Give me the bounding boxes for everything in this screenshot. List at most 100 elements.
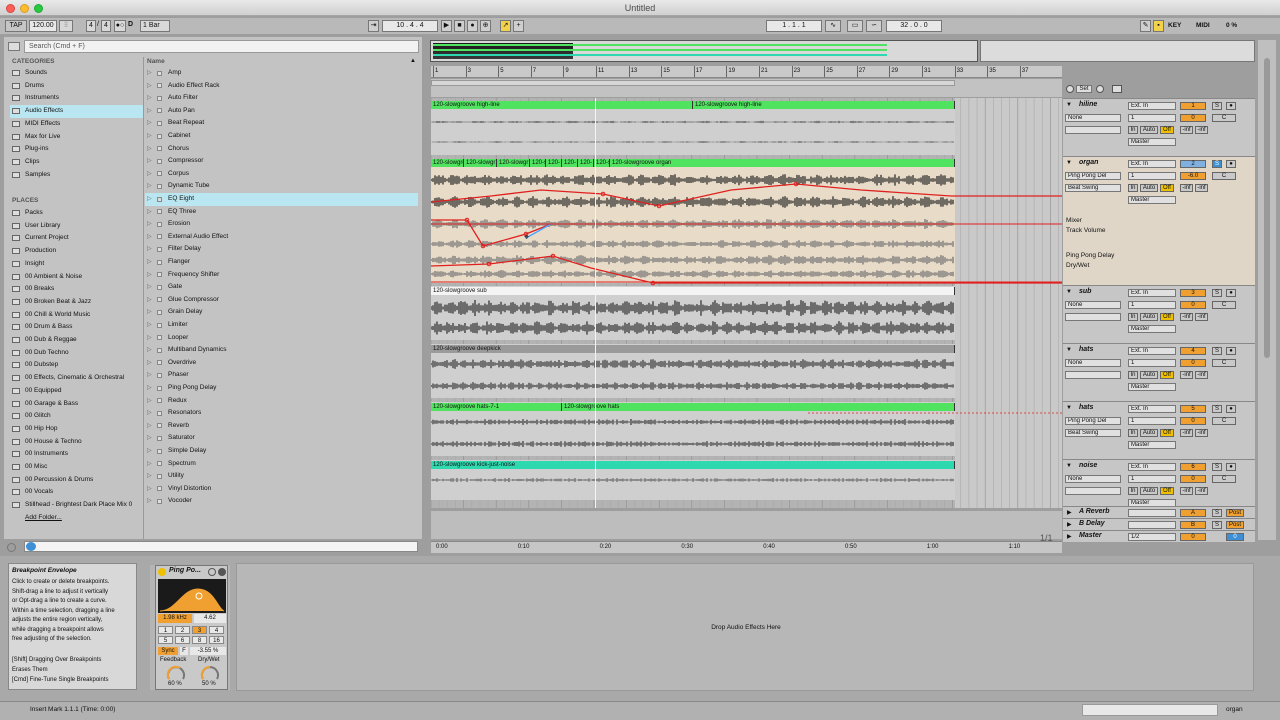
expand-icon[interactable]: ▶ [1067, 533, 1072, 540]
monitor-auto[interactable]: Auto [1140, 126, 1158, 134]
overdub-button[interactable]: ⊕ [480, 20, 491, 32]
filter-display[interactable] [158, 579, 226, 613]
monitor-auto[interactable]: Auto [1140, 184, 1158, 192]
drywet-knob[interactable] [200, 665, 220, 681]
key-map-button[interactable]: KEY [1168, 22, 1181, 29]
master-track[interactable]: ▶ Master 1/2 0 0 [1063, 530, 1255, 542]
track-activator[interactable]: 2 [1180, 160, 1206, 168]
punch-in-icon[interactable]: ∿ [825, 20, 841, 32]
arm-button[interactable]: ● [1226, 347, 1236, 355]
input-channel[interactable]: 1 [1128, 301, 1176, 309]
return-b-solo[interactable]: S [1212, 521, 1222, 529]
place-item[interactable]: 00 Broken Beat & Jazz [10, 296, 143, 309]
arm-button[interactable]: ● [1226, 102, 1236, 110]
category-item[interactable]: Instruments [10, 92, 143, 105]
expand-arrow-icon[interactable]: ▷ [147, 67, 152, 80]
monitor-off[interactable]: Off [1160, 371, 1174, 379]
track-header-hats[interactable]: ▼ hats Ping Pong Del Beat Swing Ext. In 1 In Au… [1063, 401, 1255, 459]
return-a-solo[interactable]: S [1212, 509, 1222, 517]
tempo-field[interactable]: 120.00 [29, 20, 57, 32]
return-b-output[interactable] [1128, 521, 1176, 529]
add-automation-button[interactable]: + [513, 20, 524, 32]
device-item[interactable]: ▷ External Audio Effect [145, 231, 418, 244]
output-type[interactable]: Master [1128, 325, 1176, 333]
device-item[interactable]: ▷ Grain Delay [145, 306, 418, 319]
expand-arrow-icon[interactable]: ▷ [147, 294, 152, 307]
metronome-icon[interactable]: ●○ [114, 20, 126, 32]
fold-icon[interactable]: ▼ [1066, 463, 1072, 469]
category-item[interactable]: Sounds [10, 67, 143, 80]
volume-field[interactable]: 0 [1180, 475, 1206, 483]
device-help-icon[interactable] [208, 568, 216, 576]
category-item[interactable]: Clips [10, 156, 143, 169]
feedback-knob[interactable] [166, 665, 186, 681]
output-type[interactable]: Master [1128, 138, 1176, 146]
return-track-b[interactable]: ▶ B Delay B S Post [1063, 518, 1255, 530]
preview-toggle-icon[interactable] [7, 543, 16, 552]
expand-icon[interactable]: ▶ [1067, 521, 1072, 528]
device-item[interactable]: ▷ Gate [145, 281, 418, 294]
preview-bar[interactable] [24, 541, 418, 552]
signature-numerator[interactable]: 4 [86, 20, 96, 32]
category-item[interactable]: MIDI Effects [10, 118, 143, 131]
input-type[interactable]: Ext. In [1128, 160, 1176, 168]
expand-arrow-icon[interactable]: ▷ [147, 420, 152, 433]
place-item[interactable]: 00 Dub Techno [10, 347, 143, 360]
place-item[interactable]: 00 Misc [10, 461, 143, 474]
category-item[interactable]: Audio Effects [10, 105, 143, 118]
expand-arrow-icon[interactable]: ▷ [147, 344, 152, 357]
grid-button[interactable]: 6 [175, 636, 190, 644]
return-a-output[interactable] [1128, 509, 1176, 517]
grid-button[interactable]: 5 [158, 636, 173, 644]
expand-arrow-icon[interactable]: ▷ [147, 206, 152, 219]
device-item[interactable]: ▷ Corpus [145, 168, 418, 181]
parameter-chooser[interactable] [1065, 126, 1121, 134]
category-item[interactable]: Plug-ins [10, 143, 143, 156]
device-item[interactable]: ▷ Simple Delay [145, 445, 418, 458]
loop-switch-icon[interactable]: ▭ [847, 20, 863, 32]
expand-arrow-icon[interactable]: ▷ [147, 382, 152, 395]
master-solo[interactable]: 0 [1226, 533, 1244, 541]
device-item[interactable]: ▷ Vocoder [145, 495, 418, 508]
expand-arrow-icon[interactable]: ▷ [147, 269, 152, 282]
device-item[interactable]: ▷ Looper [145, 332, 418, 345]
place-item[interactable]: 00 Hip Hop [10, 423, 143, 436]
place-item[interactable]: 00 Instruments [10, 448, 143, 461]
monitor-off[interactable]: Off [1160, 126, 1174, 134]
pan-field[interactable]: C [1212, 301, 1236, 309]
key-map-indicator[interactable]: ▪ [1153, 20, 1164, 32]
track-activator[interactable]: 4 [1180, 347, 1206, 355]
return-a-activator[interactable]: A [1180, 509, 1206, 517]
browser-toggle-icon[interactable] [8, 42, 20, 51]
device-item[interactable]: ▷ Ping Pong Delay [145, 382, 418, 395]
input-channel[interactable]: 1 [1128, 417, 1176, 425]
punch-out-icon[interactable]: ∽ [866, 20, 882, 32]
device-item[interactable]: ▷ Auto Filter [145, 92, 418, 105]
track-name[interactable]: noise [1079, 462, 1097, 469]
expand-arrow-icon[interactable]: ▷ [147, 168, 152, 181]
device-chooser[interactable]: None [1065, 359, 1121, 367]
track-activator[interactable]: 1 [1180, 102, 1206, 110]
return-b-post[interactable]: Post [1226, 521, 1244, 529]
input-channel[interactable]: 1 [1128, 359, 1176, 367]
return-b-name[interactable]: B Delay [1079, 520, 1105, 527]
device-item[interactable]: ▷ Frequency Shifter [145, 269, 418, 282]
expand-arrow-icon[interactable]: ▷ [147, 369, 152, 382]
time-ruler[interactable]: 0:00 0:10 0:20 0:30 0:40 0:50 1:00 1:10 [431, 541, 1062, 553]
input-type[interactable]: Ext. In [1128, 289, 1176, 297]
preview-icon[interactable] [26, 542, 36, 551]
device-item[interactable]: ▷ Utility [145, 470, 418, 483]
return-b-activator[interactable]: B [1180, 521, 1206, 529]
arrangement-view[interactable]: 120-slowgroove high-line 120-slowgroove … [431, 98, 1062, 508]
nudge-buttons[interactable]: ⫶⫶ [59, 20, 73, 32]
offset-field[interactable]: -3.55 % [190, 647, 226, 655]
expand-arrow-icon[interactable]: ▷ [147, 281, 152, 294]
place-item[interactable]: 00 Effects, Cinematic & Orchestral [10, 372, 143, 385]
device-item[interactable]: ▷ Saturator [145, 432, 418, 445]
expand-arrow-icon[interactable]: ▷ [147, 256, 152, 269]
pan-field[interactable]: C [1212, 359, 1236, 367]
volume-field[interactable]: 0 [1180, 114, 1206, 122]
q-field[interactable]: 4.62 [194, 614, 226, 623]
place-item[interactable]: 00 House & Techno [10, 436, 143, 449]
expand-arrow-icon[interactable]: ▷ [147, 243, 152, 256]
